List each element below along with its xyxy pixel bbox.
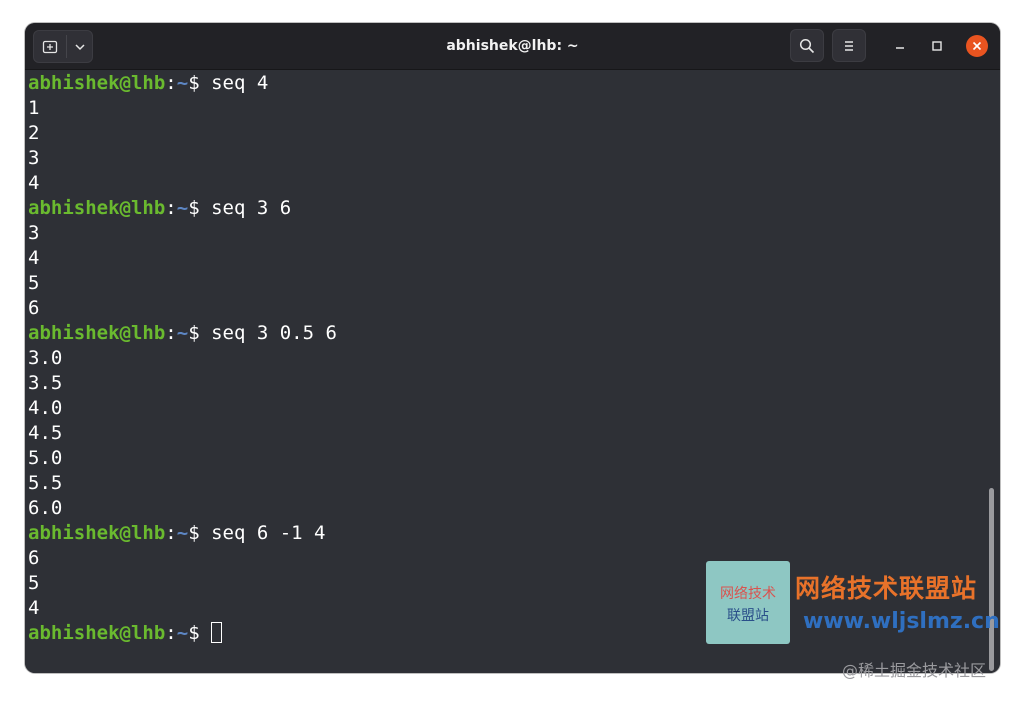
new-tab-button-group	[33, 30, 93, 63]
search-icon	[799, 38, 815, 53]
prompt-line: abhishek@lhb:~$	[28, 621, 223, 646]
output-line: 4	[28, 597, 40, 619]
prompt-symbol: $	[188, 522, 200, 544]
output-line: 3	[28, 222, 40, 244]
output-line: 3.5	[28, 372, 63, 394]
watermark-logo-line1: 网络技术	[720, 586, 776, 602]
output-line: 6.0	[28, 497, 63, 519]
menu-button[interactable]	[832, 29, 866, 62]
prompt-colon: :	[165, 322, 177, 344]
search-button[interactable]	[790, 29, 824, 62]
prompt-user-host: abhishek@lhb	[28, 622, 166, 644]
prompt-colon: :	[165, 72, 177, 94]
command-text: seq 6 -1 4	[199, 522, 326, 544]
output-line: 4.0	[28, 397, 63, 419]
watermark-site-name: 网络技术联盟站	[795, 574, 978, 603]
prompt-user-host: abhishek@lhb	[28, 72, 166, 94]
command-text: seq 3 6	[199, 197, 292, 219]
output-line: 5.0	[28, 447, 63, 469]
output-line: 2	[28, 122, 40, 144]
new-tab-button[interactable]	[34, 31, 66, 62]
new-tab-icon	[42, 40, 58, 54]
prompt-colon: :	[165, 622, 177, 644]
watermark-site-url: www.wljslmz.cn	[803, 609, 1000, 634]
prompt-colon: :	[165, 197, 177, 219]
watermark-juejin: @稀土掘金技术社区	[842, 661, 987, 680]
maximize-icon	[932, 41, 942, 51]
output-line: 3	[28, 147, 40, 169]
prompt-path: ~	[176, 72, 189, 94]
prompt-colon: :	[165, 522, 177, 544]
prompt-symbol: $	[188, 322, 200, 344]
watermark-logo-line2: 联盟站	[727, 608, 769, 624]
output-line: 5.5	[28, 472, 63, 494]
hamburger-menu-icon	[845, 40, 853, 51]
command-text: seq 3 0.5 6	[199, 322, 337, 344]
tab-menu-button[interactable]	[67, 31, 93, 62]
chevron-down-icon	[75, 44, 85, 51]
output-line: 4	[28, 172, 40, 194]
output-line: 4.5	[28, 422, 63, 444]
prompt-user-host: abhishek@lhb	[28, 522, 166, 544]
prompt-symbol: $	[188, 197, 200, 219]
prompt-path: ~	[176, 322, 189, 344]
close-icon	[972, 41, 982, 51]
prompt-line: abhishek@lhb:~$ seq 6 -1 4	[28, 521, 325, 546]
output-line: 5	[28, 272, 40, 294]
minimize-button[interactable]	[889, 35, 911, 57]
command-text: seq 4	[199, 72, 269, 94]
output-line: 1	[28, 97, 40, 119]
command-text	[200, 622, 211, 644]
prompt-path: ~	[176, 622, 189, 644]
output-line: 4	[28, 247, 40, 269]
output-line: 6	[28, 297, 40, 319]
close-button[interactable]	[966, 35, 988, 57]
prompt-path: ~	[176, 197, 189, 219]
output-line: 3.0	[28, 347, 63, 369]
prompt-symbol: $	[188, 622, 200, 644]
prompt-path: ~	[176, 522, 189, 544]
output-line: 6	[28, 547, 40, 569]
minimize-icon	[896, 47, 904, 49]
text-cursor	[211, 622, 223, 643]
title-bar: abhishek@lhb: ~	[25, 23, 1000, 70]
prompt-line: abhishek@lhb:~$ seq 4	[28, 71, 268, 96]
maximize-button[interactable]	[926, 35, 948, 57]
prompt-user-host: abhishek@lhb	[28, 197, 166, 219]
prompt-line: abhishek@lhb:~$ seq 3 0.5 6	[28, 321, 337, 346]
prompt-line: abhishek@lhb:~$ seq 3 6	[28, 196, 291, 221]
prompt-user-host: abhishek@lhb	[28, 322, 166, 344]
prompt-symbol: $	[188, 72, 200, 94]
watermark-logo: 网络技术 联盟站	[706, 561, 790, 644]
output-line: 5	[28, 572, 40, 594]
